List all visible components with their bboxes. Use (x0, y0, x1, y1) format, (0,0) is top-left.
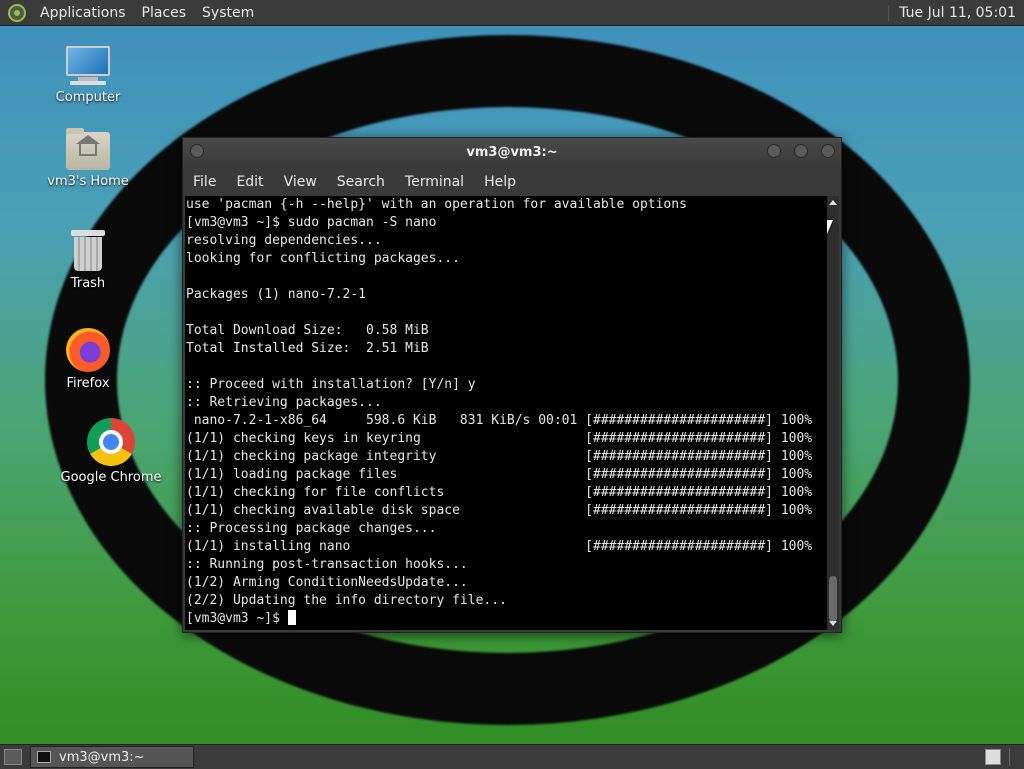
terminal-line: :: Retrieving packages... (186, 395, 382, 410)
menu-search[interactable]: Search (327, 174, 395, 190)
terminal-icon (37, 751, 51, 763)
terminal-line: :: Processing package changes... (186, 521, 437, 536)
terminal-scrollbar[interactable] (827, 196, 839, 630)
home-folder-icon (66, 128, 110, 170)
desktop-icon-label: Trash (70, 276, 106, 291)
shell-prompt: [vm3@vm3 ~]$ (186, 611, 288, 626)
desktop-icon-home[interactable]: vm3's Home (43, 128, 133, 189)
workspace-switcher[interactable] (985, 749, 1001, 765)
terminal-line: Total Download Size: 0.58 MiB (186, 323, 429, 338)
terminal-line: Packages (1) nano-7.2-1 (186, 287, 367, 302)
desktop-icon-computer[interactable]: Computer (43, 46, 133, 105)
clock[interactable]: Tue Jul 11, 05:01 (888, 4, 1024, 21)
desktop-icon-label: Google Chrome (60, 470, 162, 485)
desktop-icon-firefox[interactable]: Firefox (43, 328, 133, 391)
distro-logo-icon[interactable] (8, 3, 26, 22)
minimize-button[interactable] (767, 144, 781, 158)
terminal-line: use 'pacman {-h --help}' with an operati… (186, 197, 687, 212)
menu-help[interactable]: Help (474, 174, 526, 190)
terminal-line: (1/1) installing nano [#################… (186, 539, 813, 554)
terminal-menubar: File Edit View Search Terminal Help (183, 167, 841, 196)
menu-system[interactable]: System (194, 5, 262, 21)
terminal-line: (1/2) Arming ConditionNeedsUpdate... (186, 575, 468, 590)
terminal-line: [vm3@vm3 ~]$ sudo pacman -S nano (186, 215, 437, 230)
firefox-icon (66, 328, 110, 372)
text-cursor (287, 610, 296, 625)
terminal-prompt-line[interactable]: [vm3@vm3 ~]$ (185, 610, 827, 628)
desktop-icon-label: Firefox (66, 376, 110, 391)
top-panel: Applications Places System Tue Jul 11, 0… (0, 0, 1024, 26)
menu-view[interactable]: View (274, 174, 327, 190)
taskbar-item-terminal[interactable]: vm3@vm3:~ (30, 746, 194, 768)
terminal-line: Total Installed Size: 2.51 MiB (186, 341, 429, 356)
terminal-line: (1/1) checking keys in keyring [########… (186, 431, 813, 446)
chrome-icon (87, 418, 135, 466)
terminal-line: (2/2) Updating the info directory file..… (186, 593, 507, 608)
window-title: vm3@vm3:~ (466, 145, 558, 160)
close-button[interactable] (821, 144, 835, 158)
terminal-window[interactable]: vm3@vm3:~ File Edit View Search Terminal… (182, 137, 842, 633)
terminal-line: :: Running post-transaction hooks... (186, 557, 468, 572)
computer-icon (64, 46, 112, 86)
terminal-line: resolving dependencies... (186, 233, 382, 248)
menu-applications[interactable]: Applications (32, 5, 134, 21)
scroll-up-arrow-icon[interactable] (829, 200, 837, 205)
menu-edit[interactable]: Edit (226, 174, 273, 190)
terminal-line: :: Proceed with installation? [Y/n] y (186, 377, 476, 392)
scroll-down-arrow-icon[interactable] (829, 621, 837, 626)
terminal-line: (1/1) checking for file conflicts [#####… (186, 485, 813, 500)
trash-icon (71, 230, 105, 272)
terminal-line: (1/1) checking available disk space [###… (186, 503, 813, 518)
desktop-icon-chrome[interactable]: Google Chrome (56, 418, 166, 485)
scrollbar-thumb[interactable] (829, 576, 837, 622)
desktop-icon-trash[interactable]: Trash (43, 230, 133, 291)
window-menu-button[interactable] (190, 144, 204, 158)
window-titlebar[interactable]: vm3@vm3:~ (183, 138, 841, 167)
taskbar-item-label: vm3@vm3:~ (59, 749, 145, 765)
maximize-button[interactable] (794, 144, 808, 158)
menu-places[interactable]: Places (134, 5, 195, 21)
bottom-panel: vm3@vm3:~ (0, 744, 1024, 769)
mouse-pointer-icon (827, 220, 833, 234)
terminal-line: nano-7.2-1-x86_64 598.6 KiB 831 KiB/s 00… (186, 413, 813, 428)
panel-divider (1009, 748, 1010, 766)
terminal-line: (1/1) checking package integrity [######… (186, 449, 813, 464)
terminal-line: (1/1) loading package files [###########… (186, 467, 813, 482)
menu-file[interactable]: File (183, 174, 226, 190)
desktop-icon-label: Computer (55, 90, 121, 105)
desktop-icon-label: vm3's Home (47, 174, 129, 189)
terminal-line: looking for conflicting packages... (186, 251, 460, 266)
menu-terminal[interactable]: Terminal (395, 174, 474, 190)
show-desktop-icon[interactable] (4, 749, 22, 765)
terminal-output[interactable]: use 'pacman {-h --help}' with an operati… (185, 196, 827, 630)
